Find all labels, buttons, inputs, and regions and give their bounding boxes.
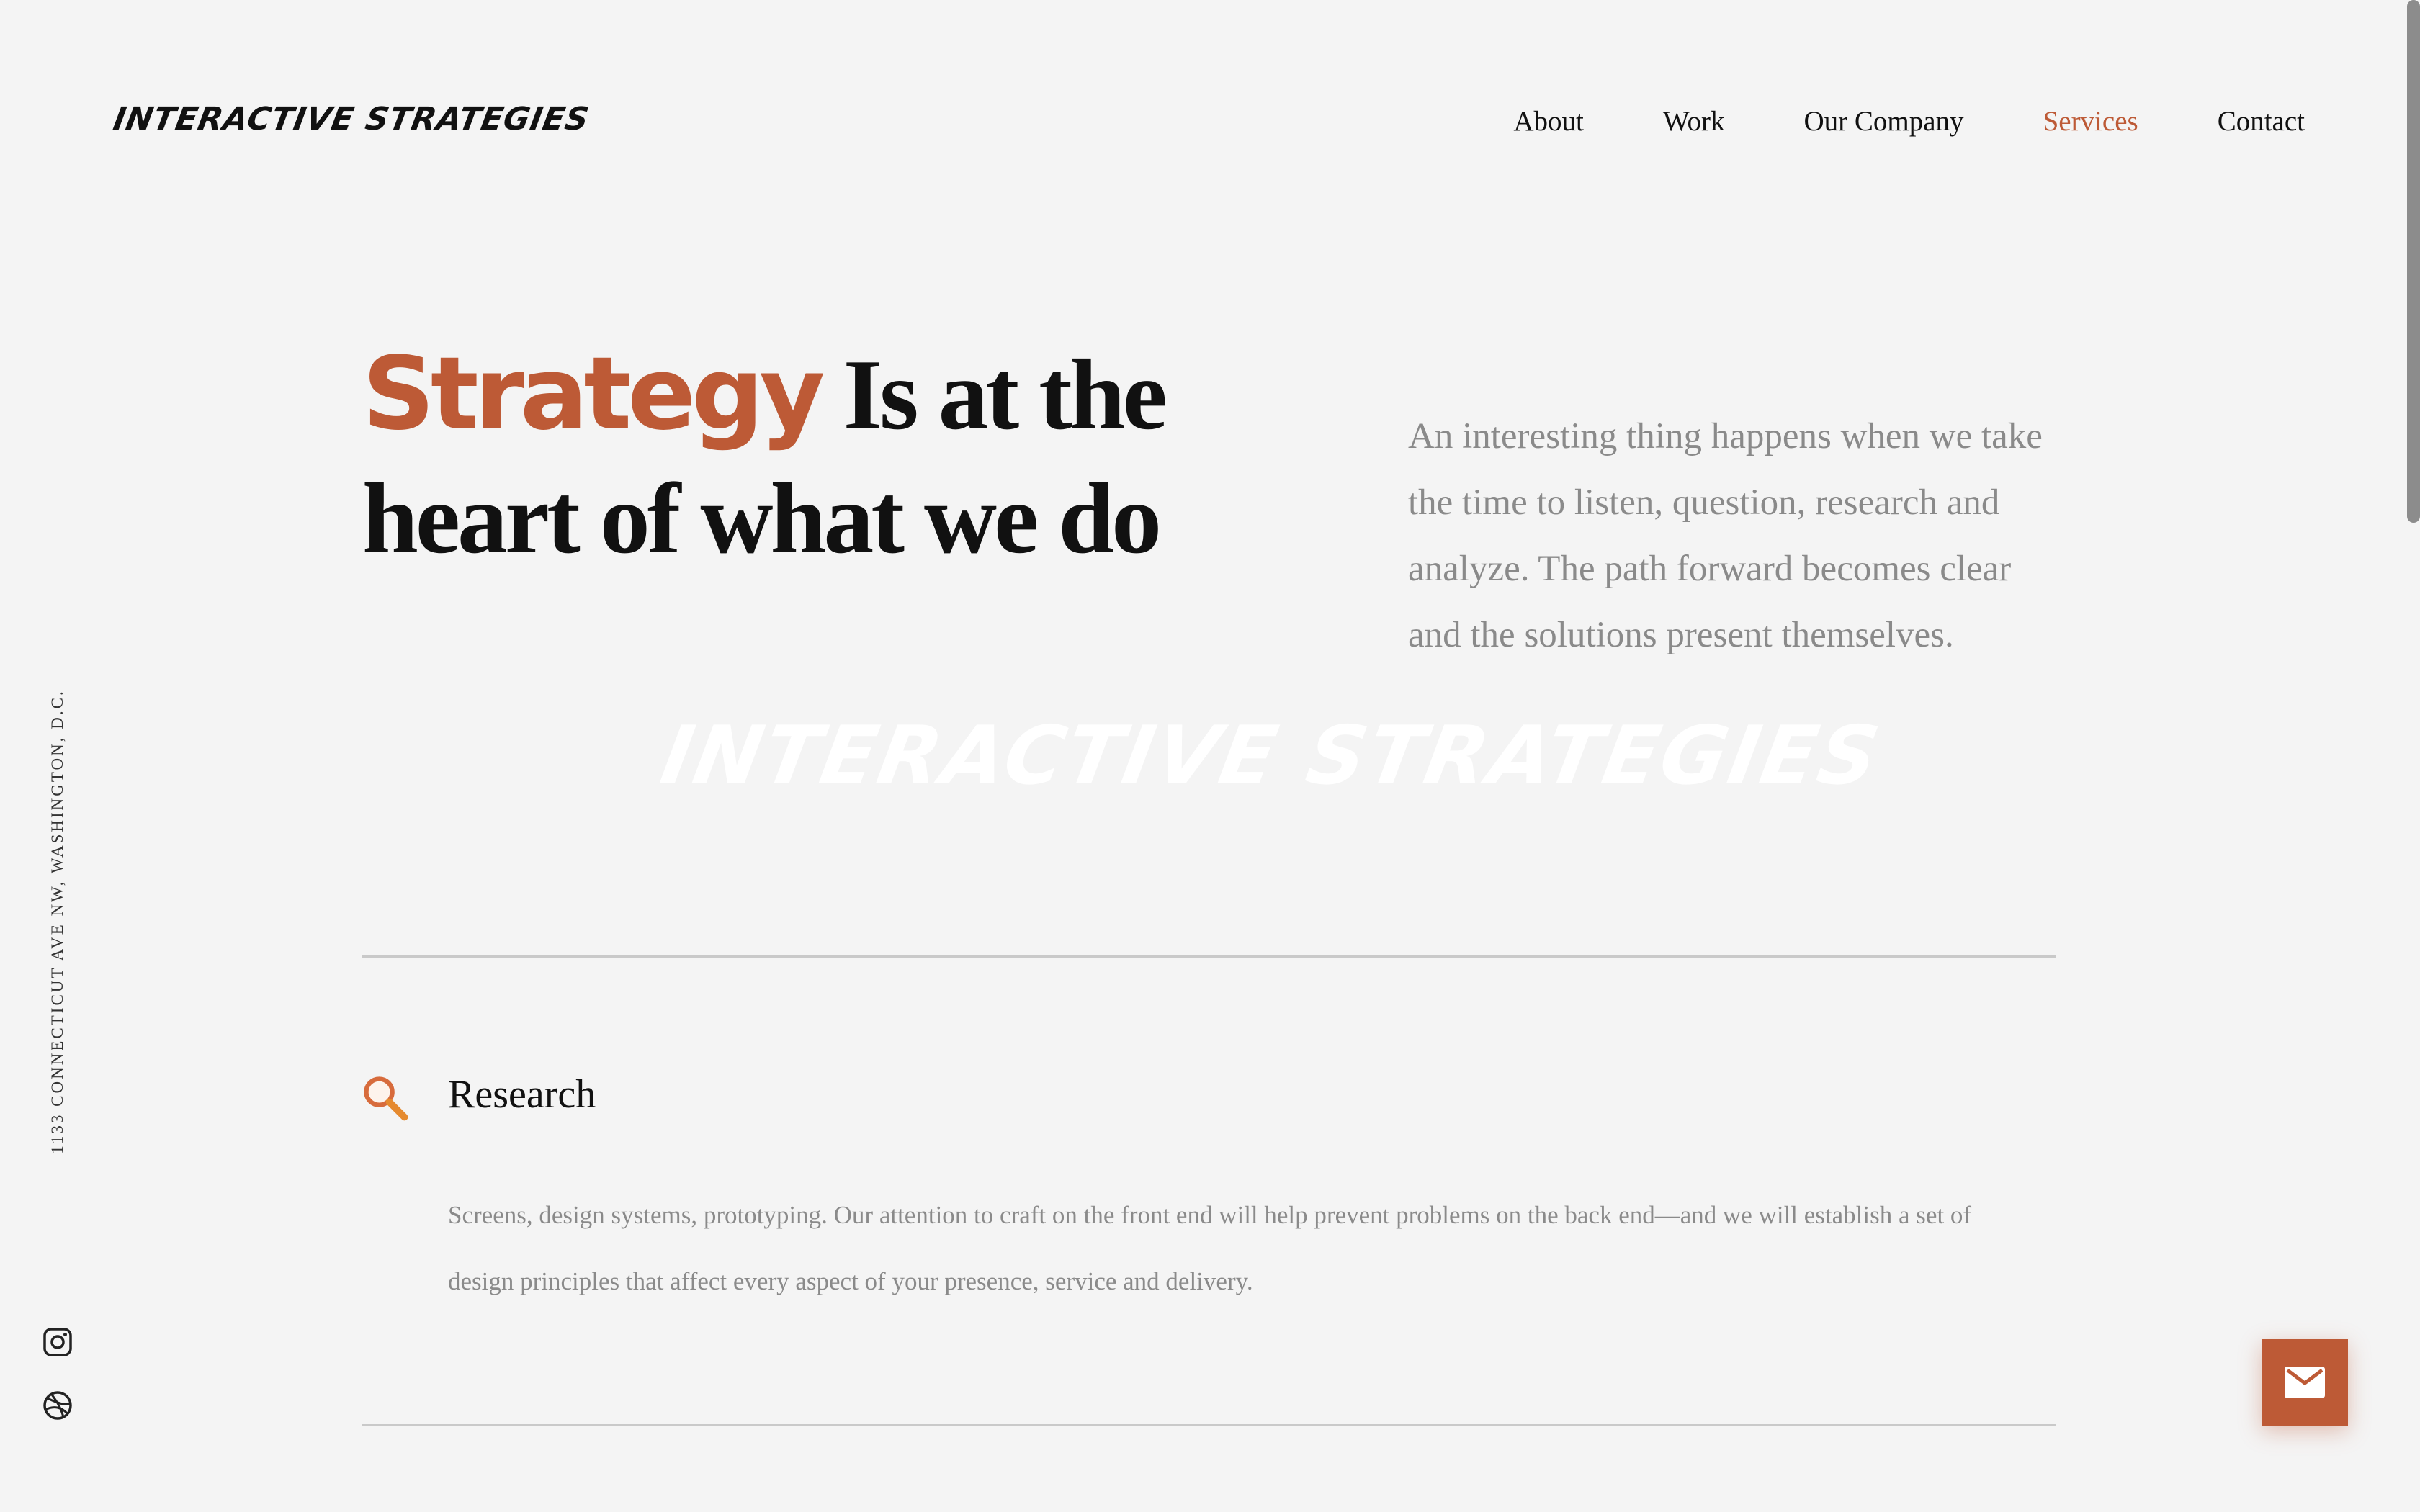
site-logo[interactable]: INTERACTIVE STRATEGIES [111,101,593,138]
section-divider-bottom [362,1424,2056,1426]
instagram-icon[interactable] [40,1325,75,1359]
hero-intro-text: An interesting thing happens when we tak… [1408,416,2043,655]
brand-watermark: INTERACTIVE STRATEGIES [654,709,1888,803]
nav-our-company[interactable]: Our Company [1804,105,1964,138]
dribbble-icon[interactable] [40,1388,75,1423]
nav-contact[interactable]: Contact [2218,105,2305,138]
hero-title-accent: Strategy [362,336,825,453]
service-title: Research [448,1072,596,1117]
search-icon [364,1076,408,1121]
address-text: 1133 CONNECTICUT AVE NW, WASHINGTON, D.C… [48,689,66,1154]
main-nav: About Work Our Company Services Contact [1513,105,2305,138]
nav-about[interactable]: About [1513,105,1584,138]
nav-work[interactable]: Work [1663,105,1725,138]
hero-title: Strategy Is at the heart of what we do [362,333,1371,581]
mail-icon [2285,1367,2325,1398]
service-description: Screens, design systems, prototyping. Ou… [448,1201,1972,1295]
scrollbar-thumb[interactable] [2407,0,2420,523]
nav-services[interactable]: Services [2043,105,2138,138]
mail-button[interactable] [2262,1339,2348,1426]
section-divider-top [362,955,2056,958]
